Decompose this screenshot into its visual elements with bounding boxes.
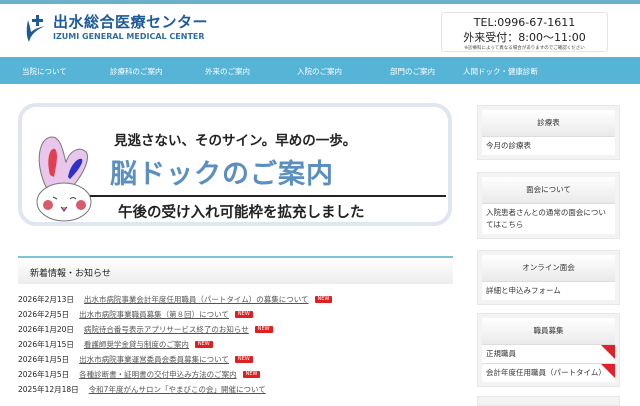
news-header: 新着情報・お知らせ bbox=[18, 256, 453, 284]
main-nav: 当院について 診療科のご案内 外来のご案内 入院のご案内 部門のご案内 人間ドッ… bbox=[0, 57, 640, 84]
sidebar-heading: オンライン面会 bbox=[482, 255, 615, 281]
top-accent-line bbox=[0, 0, 640, 4]
brain-dock-banner[interactable]: 見逃さない、そのサイン。早めの一歩。 脳ドックのご案内 午後の受け入れ可能枠を拡… bbox=[18, 103, 452, 226]
new-badge: NEW bbox=[234, 311, 253, 318]
news-item: 2026年1月20日 病院待合番号表示アプリサービス終了のお知らせ NEW bbox=[18, 322, 458, 337]
sidebar-link-label: 会計年度任用職員（パートタイム） bbox=[486, 368, 606, 377]
sidebar-link-label: 正規職員 bbox=[486, 349, 516, 358]
new-corner-badge bbox=[601, 345, 615, 359]
news-date: 2026年1月5日 bbox=[18, 355, 70, 364]
news-date: 2026年1月15日 bbox=[18, 340, 74, 349]
sidebar-heading: 診療表 bbox=[482, 110, 615, 136]
news-link[interactable]: 看護師奨学金貸与制度のご案内 bbox=[84, 337, 189, 352]
sidebar-schedule: 診療表 今月の診療表 bbox=[477, 105, 620, 160]
new-badge: NEW bbox=[194, 341, 213, 348]
sidebar-recruitment: 職員募集 正規職員 会計年度任用職員（パートタイム） bbox=[477, 313, 620, 387]
news-item: 2025年12月18日 令和7年度がんサロン「やまびこの会」開催について bbox=[18, 382, 458, 397]
nav-divisions[interactable]: 部門のご案内 bbox=[390, 66, 435, 77]
news-date: 2026年2月13日 bbox=[18, 295, 74, 304]
sidebar-heading: 職員募集 bbox=[482, 318, 615, 344]
sidebar-next-box bbox=[477, 396, 620, 406]
news-heading: 新着情報・お知らせ bbox=[30, 269, 111, 279]
contact-box: TEL:0996-67-1611 外来受付：8:00〜11:00 ※診療科によっ… bbox=[441, 12, 608, 52]
reception-hours: 外来受付：8:00〜11:00 bbox=[463, 31, 586, 44]
sidebar-visiting: 面会について 入院患者さんとの通常の面会についてはこちら bbox=[477, 172, 620, 239]
logo-japanese: 出水総合医療センター bbox=[53, 13, 209, 31]
banner-subtitle: 午後の受け入れ可能枠を拡充しました bbox=[118, 205, 365, 221]
nav-outpatient[interactable]: 外来のご案内 bbox=[205, 66, 250, 77]
news-date: 2026年1月20日 bbox=[18, 325, 74, 334]
news-item: 2026年1月15日 看護師奨学金貸与制度のご案内 NEW bbox=[18, 337, 458, 352]
banner-tagline: 見逃さない、そのサイン。早めの一歩。 bbox=[114, 133, 357, 149]
sidebar-link[interactable]: 今月の診療表 bbox=[482, 136, 615, 155]
sidebar-heading: 面会について bbox=[482, 177, 615, 203]
news-link[interactable]: 出水市病院事業運営委員会委員募集について bbox=[79, 352, 229, 367]
hours-note: ※診療科によって異なる場合がありますのでご確認ください bbox=[464, 46, 585, 51]
new-badge: NEW bbox=[254, 326, 273, 333]
banner-divider bbox=[90, 195, 446, 197]
nav-about[interactable]: 当院について bbox=[22, 66, 67, 77]
nav-inpatient[interactable]: 入院のご案内 bbox=[297, 66, 342, 77]
sidebar-link[interactable]: 正規職員 bbox=[482, 344, 615, 363]
new-corner-badge bbox=[601, 364, 615, 378]
logo-icon bbox=[26, 15, 45, 42]
news-item: 2026年1月5日 出水市病院事業運営委員会委員募集について NEW bbox=[18, 352, 458, 367]
new-badge: NEW bbox=[314, 296, 333, 303]
news-date: 2025年12月18日 bbox=[18, 385, 79, 394]
news-link[interactable]: 出水市病院事業職員募集（第８回）について bbox=[79, 307, 229, 322]
banner-title: 脳ドックのご案内 bbox=[110, 159, 334, 190]
rabbit-mascot-icon bbox=[36, 136, 92, 222]
sidebar-online-visit: オンライン面会 詳細と申込みフォーム bbox=[477, 250, 620, 305]
news-item: 2026年2月5日 出水市病院事業職員募集（第８回）について NEW bbox=[18, 307, 458, 322]
news-item: 2026年1月5日 各種診断書・証明書の交付申込み方法のご案内 NEW bbox=[18, 367, 458, 382]
nav-checkup[interactable]: 人間ドック・健康診断 bbox=[463, 66, 538, 77]
news-date: 2026年1月5日 bbox=[18, 370, 70, 379]
sidebar-link[interactable]: 入院患者さんとの通常の面会についてはこちら bbox=[482, 203, 615, 234]
news-link[interactable]: 病院待合番号表示アプリサービス終了のお知らせ bbox=[84, 322, 249, 337]
logo-english: IZUMI GENERAL MEDICAL CENTER bbox=[53, 32, 205, 41]
news-link[interactable]: 出水市病院事業会計年度任用職員（パートタイム）の募集について bbox=[84, 292, 309, 307]
sidebar-link[interactable]: 会計年度任用職員（パートタイム） bbox=[482, 363, 615, 382]
news-list: 2026年2月13日 出水市病院事業会計年度任用職員（パートタイム）の募集について… bbox=[18, 292, 458, 397]
site-logo[interactable]: 出水総合医療センター IZUMI GENERAL MEDICAL CENTER bbox=[25, 12, 208, 44]
news-item: 2026年2月13日 出水市病院事業会計年度任用職員（パートタイム）の募集について… bbox=[18, 292, 458, 307]
nav-departments[interactable]: 診療科のご案内 bbox=[110, 66, 163, 77]
new-badge: NEW bbox=[234, 356, 253, 363]
sidebar-link[interactable]: 詳細と申込みフォーム bbox=[482, 281, 615, 300]
new-badge: NEW bbox=[242, 371, 261, 378]
phone-number: TEL:0996-67-1611 bbox=[473, 16, 576, 29]
news-link[interactable]: 令和7年度がんサロン「やまびこの会」開催について bbox=[89, 382, 266, 397]
news-link[interactable]: 各種診断書・証明書の交付申込み方法のご案内 bbox=[79, 367, 237, 382]
news-date: 2026年2月5日 bbox=[18, 310, 70, 319]
